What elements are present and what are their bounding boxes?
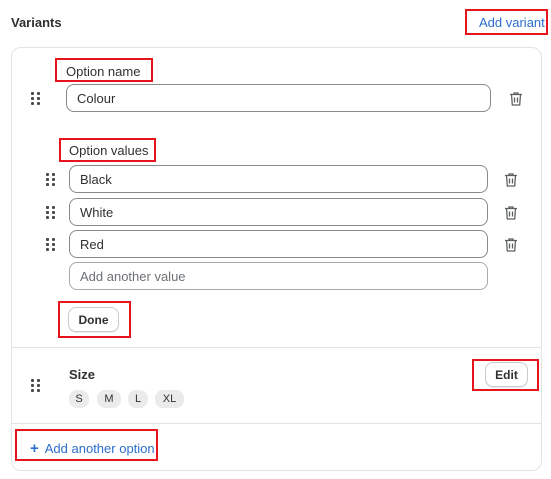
delete-option-icon[interactable] [509, 91, 523, 107]
option-name-input[interactable]: Colour [66, 84, 491, 112]
option-value-input[interactable]: Black [69, 165, 488, 193]
drag-handle-icon[interactable] [31, 92, 41, 106]
delete-value-icon[interactable] [504, 237, 518, 253]
highlight-box [58, 301, 131, 338]
option-value-chip: XL [155, 390, 184, 408]
drag-handle-icon[interactable] [31, 379, 41, 393]
new-value-input[interactable]: Add another value [69, 262, 488, 290]
highlight-box [472, 359, 539, 391]
highlight-box [55, 58, 153, 82]
option-name-summary: Size [69, 367, 96, 382]
delete-value-icon[interactable] [504, 172, 518, 188]
drag-handle-icon[interactable] [46, 206, 56, 220]
divider [12, 347, 541, 348]
option-value-chip: S [69, 390, 89, 408]
option-value-input[interactable]: Red [69, 230, 488, 258]
drag-handle-icon[interactable] [46, 173, 56, 187]
option-value-chip: L [128, 390, 148, 408]
option-value-input[interactable]: White [69, 198, 488, 226]
section-title: Variants [11, 15, 62, 30]
highlight-box [465, 9, 548, 35]
divider [12, 423, 541, 424]
drag-handle-icon[interactable] [46, 238, 56, 252]
option-value-chip: M [97, 390, 121, 408]
highlight-box [15, 429, 158, 461]
delete-value-icon[interactable] [504, 205, 518, 221]
highlight-box [59, 138, 156, 162]
